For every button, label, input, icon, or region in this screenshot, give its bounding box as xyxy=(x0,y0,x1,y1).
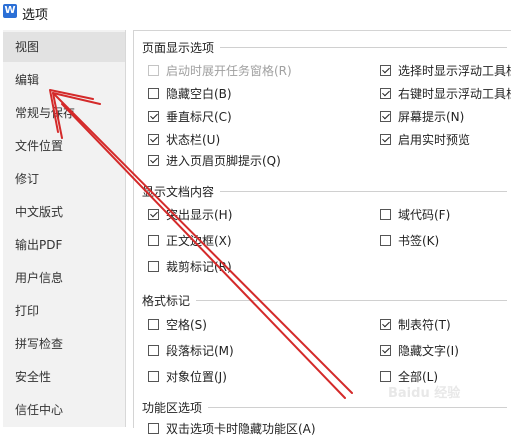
option-live-preview[interactable]: 启用实时预览 xyxy=(380,132,470,148)
checkbox-checked[interactable] xyxy=(380,345,391,356)
checkbox[interactable] xyxy=(148,371,159,382)
option-highlight[interactable]: 突出显示(H) xyxy=(148,207,232,223)
checkbox-checked[interactable] xyxy=(148,134,159,145)
checkbox[interactable] xyxy=(148,423,159,434)
checkbox[interactable] xyxy=(148,319,159,330)
option-float-toolbar-select[interactable]: 选择时显示浮动工具栏 xyxy=(380,63,511,79)
checkbox-checked[interactable] xyxy=(380,88,391,99)
section-title-ribbon: 功能区选项 xyxy=(142,399,209,416)
sidebar-item-security[interactable]: 安全性 xyxy=(3,362,125,392)
option-dblclick-hide-ribbon[interactable]: 双击选项卡时隐藏功能区(A) xyxy=(148,421,316,437)
option-bookmarks[interactable]: 书签(K) xyxy=(380,233,439,249)
options-panel: 页面显示选项 启动时展开任务窗格(R) 隐藏空白(B) 垂直标尺(C) 状态栏(… xyxy=(133,30,511,436)
checkbox[interactable] xyxy=(380,371,391,382)
checkbox-checked[interactable] xyxy=(380,319,391,330)
sidebar-item-file-location[interactable]: 文件位置 xyxy=(3,131,125,161)
section-title-doc-content: 显示文档内容 xyxy=(142,183,221,200)
checkbox[interactable] xyxy=(380,209,391,220)
option-hidden-text[interactable]: 隐藏文字(I) xyxy=(380,343,459,359)
sidebar-item-export-pdf[interactable]: 输出PDF xyxy=(3,230,125,260)
checkbox xyxy=(148,65,159,76)
option-field-codes[interactable]: 域代码(F) xyxy=(380,207,450,223)
checkbox[interactable] xyxy=(148,345,159,356)
sidebar-item-general-save[interactable]: 常规与保存 xyxy=(3,98,125,128)
checkbox[interactable] xyxy=(148,235,159,246)
watermark: Baidu 经验 xyxy=(388,386,461,401)
option-screen-tips[interactable]: 屏幕提示(N) xyxy=(380,109,464,125)
option-tab-chars[interactable]: 制表符(T) xyxy=(380,317,451,333)
option-expand-task-pane: 启动时展开任务窗格(R) xyxy=(148,63,292,79)
window-title: 选项 xyxy=(22,8,49,23)
title-bar: W 选项 xyxy=(0,0,511,28)
checkbox[interactable] xyxy=(148,88,159,99)
wps-app-icon: W xyxy=(3,4,17,18)
option-header-footer-tip[interactable]: 进入页眉页脚提示(Q) xyxy=(148,153,281,169)
sidebar-item-spell-check[interactable]: 拼写检查 xyxy=(3,329,125,359)
option-paragraph-marks[interactable]: 段落标记(M) xyxy=(148,343,234,359)
section-title-format-marks: 格式标记 xyxy=(142,292,197,309)
option-hide-whitespace[interactable]: 隐藏空白(B) xyxy=(148,86,232,102)
checkbox-checked[interactable] xyxy=(148,209,159,220)
sidebar-item-print[interactable]: 打印 xyxy=(3,296,125,326)
sidebar: 视图 编辑 常规与保存 文件位置 修订 中文版式 输出PDF 用户信息 打印 拼… xyxy=(3,30,126,427)
option-object-anchors[interactable]: 对象位置(J) xyxy=(148,369,227,385)
checkbox[interactable] xyxy=(380,235,391,246)
option-vertical-ruler[interactable]: 垂直标尺(C) xyxy=(148,109,232,125)
checkbox-checked[interactable] xyxy=(380,134,391,145)
checkbox-checked[interactable] xyxy=(148,155,159,166)
sidebar-item-trust-center[interactable]: 信任中心 xyxy=(3,395,125,425)
checkbox[interactable] xyxy=(148,261,159,272)
sidebar-item-user-info[interactable]: 用户信息 xyxy=(3,263,125,293)
option-status-bar[interactable]: 状态栏(U) xyxy=(148,132,220,148)
sidebar-item-edit[interactable]: 编辑 xyxy=(3,65,125,95)
divider xyxy=(142,300,507,301)
checkbox-checked[interactable] xyxy=(380,111,391,122)
option-spaces[interactable]: 空格(S) xyxy=(148,317,207,333)
sidebar-item-chinese-layout[interactable]: 中文版式 xyxy=(3,197,125,227)
checkbox-checked[interactable] xyxy=(380,65,391,76)
checkbox-checked[interactable] xyxy=(148,111,159,122)
option-text-boundaries[interactable]: 正文边框(X) xyxy=(148,233,232,249)
sidebar-item-view[interactable]: 视图 xyxy=(3,32,125,62)
sidebar-item-revision[interactable]: 修订 xyxy=(3,164,125,194)
section-title-page-display: 页面显示选项 xyxy=(142,39,221,56)
option-float-toolbar-rightclick[interactable]: 右键时显示浮动工具栏 xyxy=(380,86,511,102)
option-crop-marks[interactable]: 裁剪标记(R) xyxy=(148,259,232,275)
